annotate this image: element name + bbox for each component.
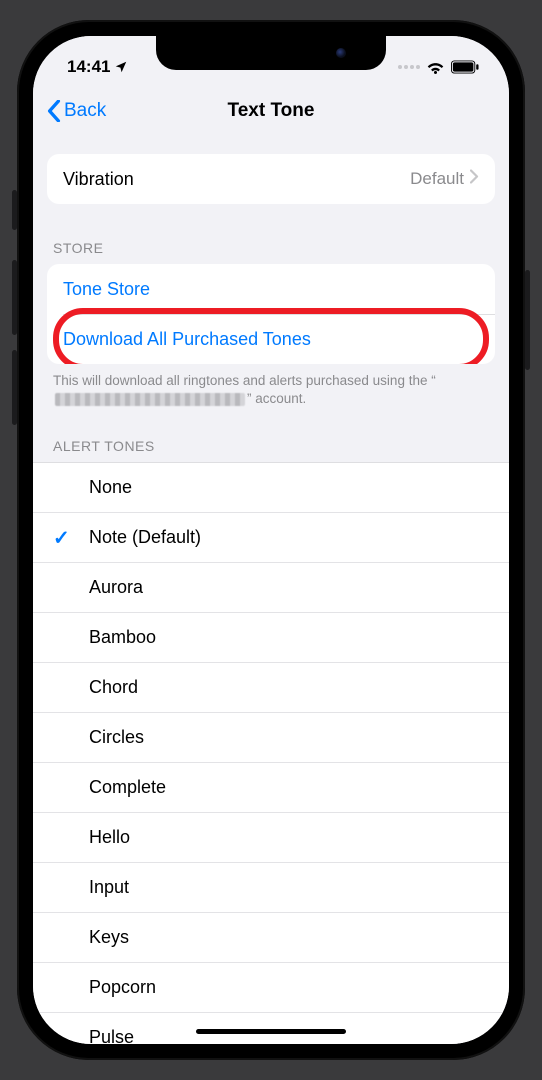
nav-bar: Back Text Tone (33, 86, 509, 136)
alert-tone-row[interactable]: Aurora (33, 563, 509, 613)
screen: 14:41 Back Text Tone (33, 36, 509, 1044)
alert-tone-row[interactable]: Chord (33, 663, 509, 713)
volume-up (12, 260, 17, 335)
content: Vibration Default STORE Tone St (33, 136, 509, 1044)
alert-tone-label: Hello (89, 827, 130, 848)
vibration-row[interactable]: Vibration Default (47, 154, 495, 204)
chevron-right-icon (470, 169, 479, 189)
volume-down (12, 350, 17, 425)
power-button (525, 270, 530, 370)
chevron-left-icon (47, 100, 61, 122)
alert-tone-row[interactable]: Complete (33, 763, 509, 813)
store-header: STORE (33, 220, 509, 264)
front-camera (336, 48, 346, 58)
alert-tone-label: Input (89, 877, 129, 898)
tone-store-row[interactable]: Tone Store (47, 264, 495, 314)
location-icon (114, 60, 128, 74)
checkmark-icon: ✓ (53, 525, 70, 550)
clock: 14:41 (67, 57, 110, 77)
store-footer-pre: This will download all ringtones and ale… (53, 373, 436, 388)
vibration-value: Default (410, 169, 464, 189)
tone-store-label: Tone Store (63, 279, 150, 300)
alert-tone-row[interactable]: Input (33, 863, 509, 913)
alert-tone-row[interactable]: Popcorn (33, 963, 509, 1013)
vibration-label: Vibration (63, 169, 134, 190)
page-title: Text Tone (228, 100, 315, 122)
back-button[interactable]: Back (47, 100, 106, 122)
download-tones-label: Download All Purchased Tones (63, 329, 311, 350)
cellular-icon (398, 65, 420, 69)
alert-tone-row[interactable]: Keys (33, 913, 509, 963)
alert-tone-row[interactable]: Bamboo (33, 613, 509, 663)
alert-tone-label: Complete (89, 777, 166, 798)
redacted-account (55, 393, 245, 406)
wifi-icon (426, 60, 445, 74)
notch (156, 36, 386, 70)
alert-tone-label: Popcorn (89, 977, 156, 998)
alert-tone-label: Pulse (89, 1027, 134, 1044)
mute-switch (12, 190, 17, 230)
alert-tone-label: Keys (89, 927, 129, 948)
store-footer-post: ” account. (247, 391, 306, 406)
alert-tones-header: ALERT TONES (33, 418, 509, 462)
alert-tone-row[interactable]: None (33, 463, 509, 513)
alert-tone-label: Note (Default) (89, 527, 201, 548)
download-tones-row[interactable]: Download All Purchased Tones (47, 314, 495, 364)
alert-tones-list: None ✓ Note (Default) Aurora Bamboo Chord Circ… (33, 462, 509, 1044)
alert-tone-row[interactable]: Circles (33, 713, 509, 763)
store-footer: This will download all ringtones and ale… (33, 364, 509, 414)
phone-frame: 14:41 Back Text Tone (17, 20, 525, 1060)
battery-icon (451, 60, 479, 74)
home-indicator[interactable] (196, 1029, 346, 1034)
alert-tone-row[interactable]: Hello (33, 813, 509, 863)
alert-tone-label: Bamboo (89, 627, 156, 648)
alert-tone-label: None (89, 477, 132, 498)
back-label: Back (64, 100, 106, 122)
alert-tone-label: Chord (89, 677, 138, 698)
alert-tone-label: Aurora (89, 577, 143, 598)
alert-tone-label: Circles (89, 727, 144, 748)
alert-tone-row[interactable]: ✓ Note (Default) (33, 513, 509, 563)
